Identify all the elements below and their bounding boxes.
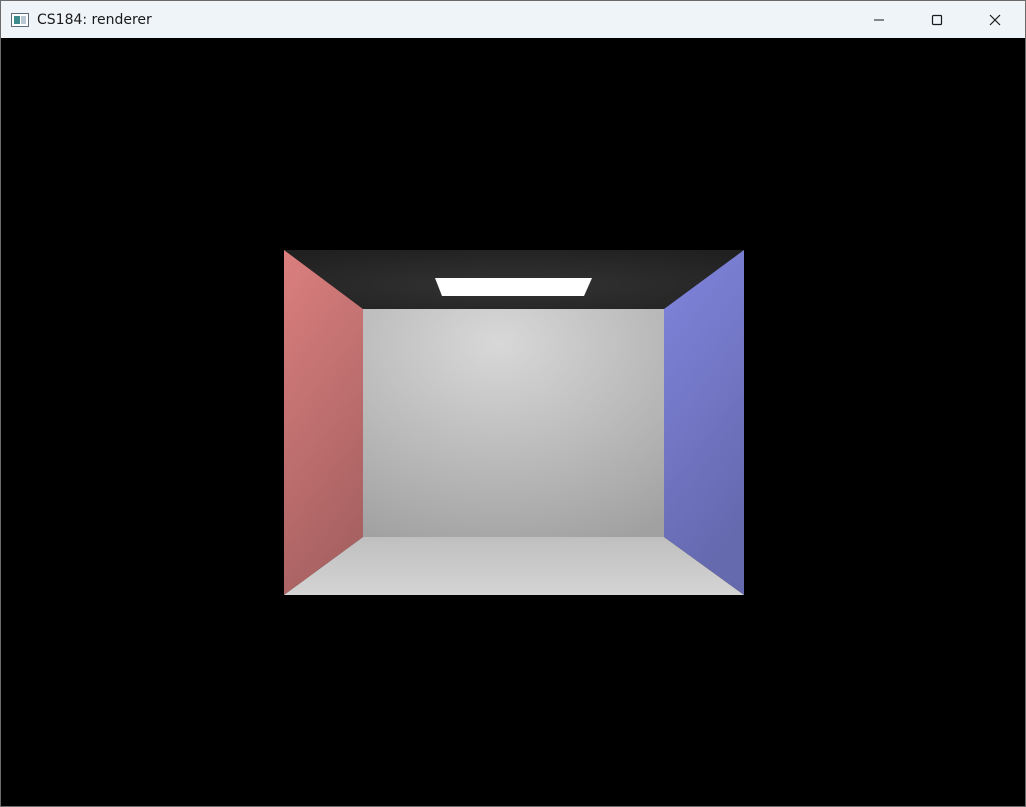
ceiling-light bbox=[435, 278, 592, 296]
render-viewport[interactable] bbox=[1, 38, 1025, 806]
right-wall bbox=[664, 250, 744, 595]
maximize-button[interactable] bbox=[914, 1, 960, 38]
back-wall bbox=[363, 309, 664, 537]
left-wall bbox=[284, 250, 363, 595]
floor bbox=[284, 537, 744, 595]
title-bar[interactable]: CS184: renderer bbox=[1, 1, 1025, 38]
app-window: CS184: renderer bbox=[0, 0, 1026, 807]
window-title: CS184: renderer bbox=[37, 12, 152, 28]
close-button[interactable] bbox=[972, 1, 1018, 38]
maximize-icon bbox=[931, 14, 943, 26]
app-window-icon bbox=[11, 12, 29, 27]
minimize-button[interactable] bbox=[856, 1, 902, 38]
close-icon bbox=[989, 14, 1001, 26]
minimize-icon bbox=[873, 14, 885, 26]
cornell-box-render bbox=[284, 250, 744, 595]
